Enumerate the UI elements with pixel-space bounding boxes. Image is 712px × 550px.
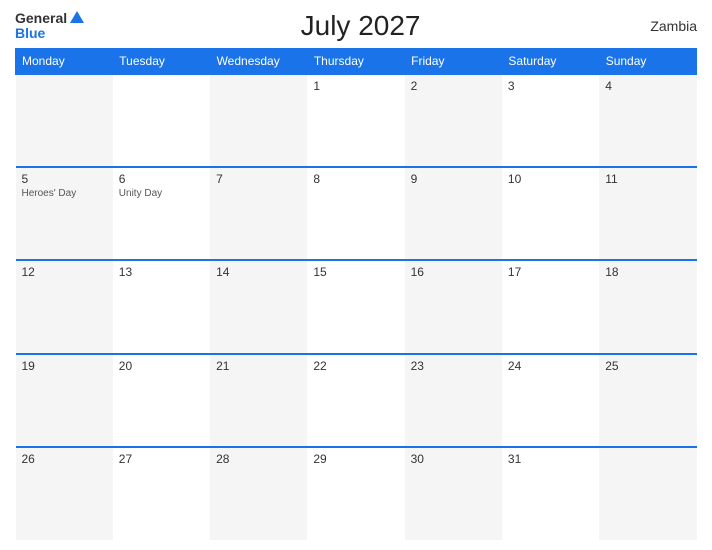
calendar-cell: 12 xyxy=(16,260,113,353)
calendar-cell: 10 xyxy=(502,167,599,260)
day-number: 17 xyxy=(508,265,593,279)
logo: General Blue xyxy=(15,11,84,42)
day-number: 24 xyxy=(508,359,593,373)
day-number: 22 xyxy=(313,359,398,373)
day-number: 10 xyxy=(508,172,593,186)
col-friday: Friday xyxy=(405,49,502,75)
col-sunday: Sunday xyxy=(599,49,696,75)
calendar-cell: 18 xyxy=(599,260,696,353)
day-number: 13 xyxy=(119,265,204,279)
calendar-table: Monday Tuesday Wednesday Thursday Friday… xyxy=(15,48,697,540)
calendar-cell xyxy=(599,447,696,540)
col-thursday: Thursday xyxy=(307,49,404,75)
calendar-week-row: 26 27 28 29 30 31 xyxy=(16,447,697,540)
calendar-week-row: 5 Heroes' Day 6 Unity Day 789 10 11 xyxy=(16,167,697,260)
day-number: 1 xyxy=(313,79,398,93)
day-number: 15 xyxy=(313,265,398,279)
calendar-week-row: 19 20 21 22 23 24 25 xyxy=(16,354,697,447)
month-title: July 2027 xyxy=(84,10,637,42)
calendar-cell: 5 Heroes' Day xyxy=(16,167,113,260)
day-number: 29 xyxy=(313,452,398,466)
calendar-cell: 21 xyxy=(210,354,307,447)
holiday-label: Unity Day xyxy=(119,188,204,199)
day-number: 14 xyxy=(216,265,301,279)
calendar-cell xyxy=(16,74,113,167)
day-number: 5 xyxy=(22,172,107,186)
calendar-cell xyxy=(210,74,307,167)
calendar-cell: 20 xyxy=(113,354,210,447)
calendar-cell: 28 xyxy=(210,447,307,540)
calendar-week-row: 1234 xyxy=(16,74,697,167)
day-number: 6 xyxy=(119,172,204,186)
calendar-cell: 11 xyxy=(599,167,696,260)
day-number: 12 xyxy=(22,265,107,279)
calendar-cell xyxy=(113,74,210,167)
calendar-cell: 14 xyxy=(210,260,307,353)
calendar-cell: 7 xyxy=(210,167,307,260)
day-number: 30 xyxy=(411,452,496,466)
calendar-cell: 29 xyxy=(307,447,404,540)
day-number: 9 xyxy=(411,172,496,186)
calendar-cell: 15 xyxy=(307,260,404,353)
col-tuesday: Tuesday xyxy=(113,49,210,75)
day-number: 7 xyxy=(216,172,301,186)
page-header: General Blue July 2027 Zambia xyxy=(15,10,697,42)
day-number: 3 xyxy=(508,79,593,93)
calendar-cell: 31 xyxy=(502,447,599,540)
day-number: 19 xyxy=(22,359,107,373)
day-number: 26 xyxy=(22,452,107,466)
calendar-cell: 4 xyxy=(599,74,696,167)
day-number: 20 xyxy=(119,359,204,373)
calendar-cell: 6 Unity Day xyxy=(113,167,210,260)
logo-triangle-icon xyxy=(70,11,84,23)
day-number: 27 xyxy=(119,452,204,466)
calendar-cell: 24 xyxy=(502,354,599,447)
country-label: Zambia xyxy=(637,18,697,34)
holiday-label: Heroes' Day xyxy=(22,188,107,199)
logo-general-text: General xyxy=(15,11,67,26)
day-number: 4 xyxy=(605,79,690,93)
calendar-cell: 9 xyxy=(405,167,502,260)
day-number: 2 xyxy=(411,79,496,93)
col-saturday: Saturday xyxy=(502,49,599,75)
calendar-cell: 27 xyxy=(113,447,210,540)
day-number: 18 xyxy=(605,265,690,279)
day-number: 31 xyxy=(508,452,593,466)
day-number: 21 xyxy=(216,359,301,373)
calendar-cell: 25 xyxy=(599,354,696,447)
calendar-cell: 19 xyxy=(16,354,113,447)
calendar-cell: 3 xyxy=(502,74,599,167)
day-number: 23 xyxy=(411,359,496,373)
calendar-cell: 16 xyxy=(405,260,502,353)
calendar-cell: 17 xyxy=(502,260,599,353)
calendar-cell: 1 xyxy=(307,74,404,167)
calendar-cell: 13 xyxy=(113,260,210,353)
calendar-cell: 23 xyxy=(405,354,502,447)
calendar-header-row: Monday Tuesday Wednesday Thursday Friday… xyxy=(16,49,697,75)
day-number: 28 xyxy=(216,452,301,466)
calendar-cell: 8 xyxy=(307,167,404,260)
calendar-cell: 26 xyxy=(16,447,113,540)
col-wednesday: Wednesday xyxy=(210,49,307,75)
calendar-cell: 30 xyxy=(405,447,502,540)
logo-blue-text: Blue xyxy=(15,26,84,41)
col-monday: Monday xyxy=(16,49,113,75)
day-number: 16 xyxy=(411,265,496,279)
day-number: 8 xyxy=(313,172,398,186)
calendar-cell: 2 xyxy=(405,74,502,167)
day-number: 25 xyxy=(605,359,690,373)
calendar-cell: 22 xyxy=(307,354,404,447)
calendar-week-row: 12 13 14 15 16 17 18 xyxy=(16,260,697,353)
day-number: 11 xyxy=(605,172,690,186)
